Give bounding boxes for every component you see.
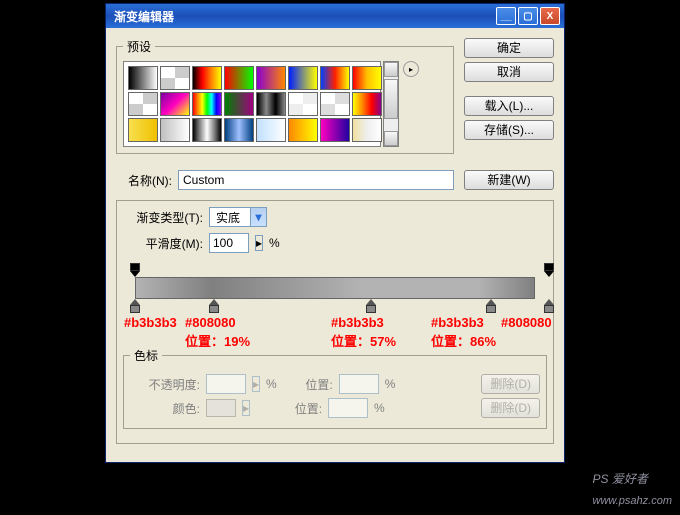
preset-swatch[interactable] <box>128 118 158 142</box>
annotation: 位置：19% <box>185 331 250 350</box>
color-swatch[interactable] <box>206 399 236 417</box>
presets-legend: 预设 <box>123 38 155 55</box>
preset-swatch[interactable] <box>288 66 318 90</box>
preset-swatch[interactable] <box>128 92 158 116</box>
stops-legend: 色标 <box>130 347 162 364</box>
scroll-up[interactable] <box>384 62 398 77</box>
smoothness-flyout-icon[interactable]: ▸ <box>255 235 263 251</box>
preset-swatch[interactable] <box>160 92 190 116</box>
save-button[interactable]: 存储(S)... <box>464 120 554 140</box>
preset-swatch[interactable] <box>224 66 254 90</box>
preset-swatch[interactable] <box>256 66 286 90</box>
stops-group: 色标 不透明度: ▸ % 位置: % 删除(D) 颜色: ▸ 位置: <box>123 347 547 429</box>
preset-menu-icon[interactable]: ▸ <box>403 61 419 77</box>
preset-swatch[interactable] <box>160 118 190 142</box>
preset-swatch[interactable] <box>256 118 286 142</box>
opacity-stop[interactable] <box>129 263 141 277</box>
presets-group: 预设 ▸ <box>116 38 454 154</box>
ok-button[interactable]: 确定 <box>464 38 554 58</box>
opacity-label: 不透明度: <box>130 376 200 393</box>
color-stop[interactable] <box>208 299 220 313</box>
cancel-button[interactable]: 取消 <box>464 62 554 82</box>
window-title: 渐变编辑器 <box>110 8 496 25</box>
preset-swatch[interactable] <box>160 66 190 90</box>
chevron-down-icon[interactable]: ▾ <box>250 208 266 226</box>
preset-swatch[interactable] <box>352 92 382 116</box>
annotation: #b3b3b3 <box>431 315 484 330</box>
scroll-down[interactable] <box>384 131 398 146</box>
color-stop[interactable] <box>129 299 141 313</box>
delete-opacity-button[interactable]: 删除(D) <box>481 374 540 394</box>
name-label: 名称(N): <box>116 172 172 189</box>
color-stop[interactable] <box>543 299 555 313</box>
annotation: 位置：86% <box>431 331 496 350</box>
color-label: 颜色: <box>130 400 200 417</box>
annotation: 位置：57% <box>331 331 396 350</box>
gradient-type-value: 实底 <box>210 209 250 226</box>
smoothness-unit: % <box>269 236 280 250</box>
preset-swatch[interactable] <box>192 92 222 116</box>
smoothness-label: 平滑度(M): <box>123 235 203 252</box>
preset-swatch[interactable] <box>352 66 382 90</box>
preset-swatch[interactable] <box>192 66 222 90</box>
preset-swatch[interactable] <box>128 66 158 90</box>
preset-swatch[interactable] <box>288 92 318 116</box>
preset-swatch[interactable] <box>320 118 350 142</box>
gradient-type-select[interactable]: 实底 ▾ <box>209 207 267 227</box>
opacity-loc-input[interactable] <box>339 374 379 394</box>
preset-swatch[interactable] <box>320 66 350 90</box>
close-button[interactable]: X <box>540 7 560 25</box>
preset-swatch[interactable] <box>224 118 254 142</box>
title-bar[interactable]: 渐变编辑器 __ ▢ X <box>106 4 564 28</box>
color-stop[interactable] <box>365 299 377 313</box>
opacity-input[interactable] <box>206 374 246 394</box>
annotation: #808080 <box>501 315 552 330</box>
preset-scrollbar[interactable] <box>383 61 399 147</box>
delete-color-button[interactable]: 删除(D) <box>481 398 540 418</box>
new-button[interactable]: 新建(W) <box>464 170 554 190</box>
smoothness-input[interactable] <box>209 233 249 253</box>
watermark: PS 爱好者www.psahz.com <box>593 467 672 509</box>
preset-swatch[interactable] <box>224 92 254 116</box>
color-stop[interactable] <box>485 299 497 313</box>
loc-unit2: % <box>374 401 385 415</box>
maximize-button[interactable]: ▢ <box>518 7 538 25</box>
color-loc-input[interactable] <box>328 398 368 418</box>
preset-grid <box>123 61 381 147</box>
color-loc-label: 位置: <box>256 400 322 417</box>
preset-swatch[interactable] <box>288 118 318 142</box>
gradient-type-label: 渐变类型(T): <box>123 209 203 226</box>
preset-swatch[interactable] <box>192 118 222 142</box>
minimize-button[interactable]: __ <box>496 7 516 25</box>
annotation: #b3b3b3 <box>331 315 384 330</box>
annotation: #b3b3b3 <box>124 315 177 330</box>
opacity-unit: % <box>266 377 277 391</box>
gradient-editor-bar[interactable]: #b3b3b3 #808080 位置：19% #b3b3b3 位置：57% #b… <box>123 259 547 319</box>
preset-swatch[interactable] <box>320 92 350 116</box>
annotation: #808080 <box>185 315 236 330</box>
opacity-loc-label: 位置: <box>283 376 333 393</box>
gradient-editor-dialog: 渐变编辑器 __ ▢ X 预设 <box>105 3 565 463</box>
preset-swatch[interactable] <box>352 118 382 142</box>
name-input[interactable] <box>178 170 454 190</box>
opacity-stop[interactable] <box>543 263 555 277</box>
color-flyout-icon[interactable]: ▸ <box>242 400 250 416</box>
preset-swatch[interactable] <box>256 92 286 116</box>
gradient-preview[interactable] <box>135 277 535 299</box>
loc-unit: % <box>385 377 396 391</box>
opacity-flyout-icon[interactable]: ▸ <box>252 376 260 392</box>
load-button[interactable]: 载入(L)... <box>464 96 554 116</box>
scroll-thumb[interactable] <box>384 79 398 119</box>
